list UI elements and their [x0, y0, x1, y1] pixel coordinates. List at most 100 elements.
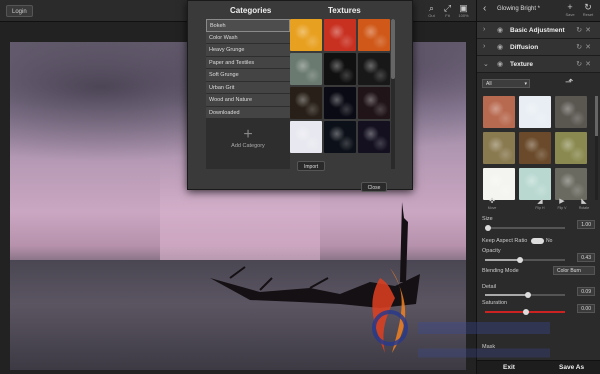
panel-bottom-bar: Exit Save As: [477, 360, 600, 374]
move-tool[interactable]: ✜ Move: [481, 198, 503, 211]
add-category-label: Add Category: [231, 143, 265, 149]
dropdown-arrow-icon: ▾: [524, 81, 527, 87]
texture-thumbnail[interactable]: [358, 19, 390, 51]
blending-mode-select[interactable]: Color Burn: [553, 266, 595, 275]
slider-fill: [485, 294, 527, 296]
texture-thumbnail[interactable]: [555, 96, 587, 128]
size-slider[interactable]: [485, 225, 565, 231]
texture-thumbnail[interactable]: [358, 53, 390, 85]
exit-button[interactable]: Exit: [503, 364, 515, 371]
fullscreen-tool[interactable]: ▣ 100%: [457, 3, 470, 19]
save-as-button[interactable]: Save As: [559, 364, 584, 371]
slider-knob[interactable]: [523, 309, 529, 315]
texture-thumbnail[interactable]: [290, 121, 322, 153]
scrollbar-thumb[interactable]: [391, 19, 395, 79]
category-item-bokeh[interactable]: Bokeh: [206, 19, 290, 32]
panel-header: ‹ Glowing Bright * + Save ↻ Reset: [477, 0, 600, 22]
size-label: Size: [482, 216, 493, 222]
saturation-value[interactable]: 0.00: [577, 304, 595, 313]
layer-actions[interactable]: ↻✕: [576, 43, 594, 51]
blending-mode-value: Color Burn: [557, 268, 581, 274]
texture-thumbnail[interactable]: [324, 87, 356, 119]
category-item-wood-nature[interactable]: Wood and Nature: [206, 94, 290, 107]
opacity-slider[interactable]: [485, 257, 565, 263]
texture-thumbnail[interactable]: [555, 168, 587, 200]
category-item-downloaded[interactable]: Downloaded: [206, 106, 290, 119]
layer-texture[interactable]: ⌄ ◉ Texture ↻✕: [477, 56, 600, 73]
mask-label: Mask: [482, 344, 496, 350]
texture-transform-tools: ✜ Move ◢ Flip H ▶ Flip V ◣ Rotate: [477, 198, 600, 214]
layer-name: Diffusion: [510, 44, 539, 51]
category-item-color-wash[interactable]: Color Wash: [206, 31, 290, 44]
fit-tool[interactable]: ⤢ Fit: [441, 3, 454, 19]
texture-thumbnail[interactable]: [290, 19, 322, 51]
chevron-right-icon[interactable]: ›: [483, 26, 485, 33]
detail-slider[interactable]: [485, 292, 565, 298]
texture-thumbnail[interactable]: [290, 87, 322, 119]
zoom-out-label: Out: [428, 13, 435, 18]
opacity-value[interactable]: 0.43: [577, 253, 595, 262]
flip-v-label: Flip V: [557, 206, 567, 210]
rotate-tool[interactable]: ◣ Rotate: [573, 198, 595, 211]
texture-thumbnail[interactable]: [358, 121, 390, 153]
keep-aspect-toggle-text: No: [546, 238, 553, 244]
category-item-heavy-grunge[interactable]: Heavy Grunge: [206, 44, 290, 57]
saturation-label: Saturation: [482, 300, 508, 306]
texture-thumbnail[interactable]: [483, 96, 515, 128]
texture-thumbnail[interactable]: [519, 168, 551, 200]
zoom-out-tool[interactable]: ⌕ Out: [425, 3, 438, 19]
close-button[interactable]: Close: [360, 182, 388, 192]
move-icon: ✜: [489, 198, 495, 205]
layer-actions[interactable]: ↻✕: [576, 60, 594, 68]
category-item-soft-grunge[interactable]: Soft Grunge: [206, 69, 290, 82]
layer-diffusion[interactable]: › ◉ Diffusion ↻✕: [477, 39, 600, 56]
back-arrow-icon[interactable]: ‹: [483, 3, 486, 14]
saturation-slider[interactable]: [485, 309, 565, 315]
chevron-down-icon[interactable]: ⌄: [483, 60, 489, 68]
texture-dialog: Categories Textures Bokeh Color Wash Hea…: [187, 0, 413, 192]
keep-aspect-toggle[interactable]: [531, 238, 544, 244]
import-button[interactable]: Import: [297, 161, 326, 171]
flip-h-tool[interactable]: ◢ Flip H: [529, 198, 551, 211]
texture-thumbnail[interactable]: [555, 132, 587, 164]
eye-icon[interactable]: ◉: [497, 26, 503, 34]
texture-thumbnail[interactable]: [290, 53, 322, 85]
texture-thumbnail[interactable]: [324, 121, 356, 153]
move-label: Move: [487, 206, 497, 210]
category-list: Bokeh Color Wash Heavy Grunge Paper and …: [206, 19, 290, 169]
chevron-right-icon[interactable]: ›: [483, 43, 485, 50]
fit-label: Fit: [445, 13, 450, 18]
save-label: Save: [565, 12, 575, 17]
texture-thumbnail[interactable]: [483, 168, 515, 200]
detail-value[interactable]: 0.09: [577, 287, 595, 296]
texture-thumbnail[interactable]: [519, 132, 551, 164]
texture-thumbnail[interactable]: [483, 132, 515, 164]
save-button[interactable]: + Save: [563, 2, 577, 17]
texture-scrollbar[interactable]: [391, 19, 395, 169]
reset-button[interactable]: ↻ Reset: [581, 2, 595, 17]
category-item-urban-grit[interactable]: Urban Grit: [206, 81, 290, 94]
slider-knob[interactable]: [485, 225, 491, 231]
eye-icon[interactable]: ◉: [497, 43, 503, 51]
import-button-wrap: Import: [297, 155, 326, 173]
texture-thumbnail[interactable]: [358, 87, 390, 119]
login-button[interactable]: Login: [6, 5, 33, 17]
size-value[interactable]: 1.00: [577, 220, 595, 229]
add-category-button[interactable]: + Add Category: [206, 127, 290, 150]
layer-basic-adjustment[interactable]: › ◉ Basic Adjustment ↻✕: [477, 22, 600, 39]
slider-knob[interactable]: [517, 257, 523, 263]
category-item-paper-textiles[interactable]: Paper and Textiles: [206, 56, 290, 69]
scrollbar-thumb[interactable]: [595, 96, 598, 136]
rotate-label: Rotate: [578, 206, 590, 210]
layer-actions[interactable]: ↻✕: [576, 26, 594, 34]
flip-v-tool[interactable]: ▶ Flip V: [551, 198, 573, 211]
texture-thumbnail[interactable]: [324, 19, 356, 51]
add-texture-icon[interactable]: ⬏: [565, 77, 573, 88]
texture-filter-select[interactable]: All ▾: [482, 79, 530, 88]
texture-thumbnail[interactable]: [324, 53, 356, 85]
slider-knob[interactable]: [525, 292, 531, 298]
panel-texture-scrollbar[interactable]: [595, 96, 598, 200]
texture-thumbnail[interactable]: [519, 96, 551, 128]
reset-icon: ↻: [584, 2, 592, 12]
eye-icon[interactable]: ◉: [497, 60, 503, 68]
